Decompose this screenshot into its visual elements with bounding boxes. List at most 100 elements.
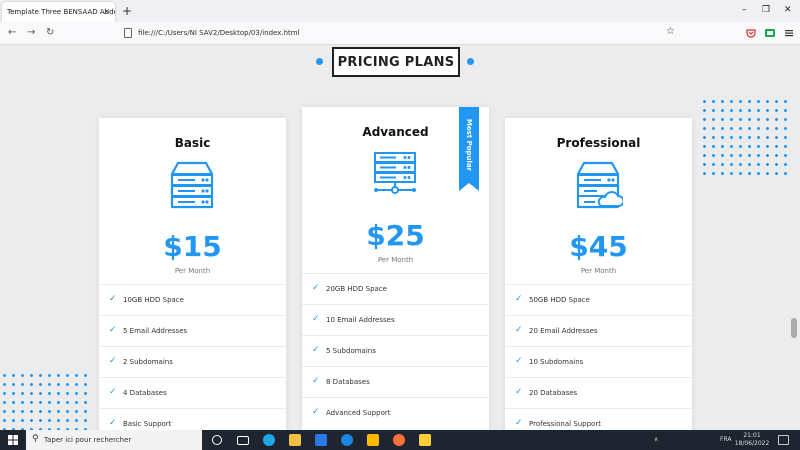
- check-icon: ✓: [515, 356, 523, 366]
- search-placeholder: Taper ici pour rechercher: [44, 436, 132, 444]
- url-text: file:///C:/Users/NI SAV2/Desktop/03/inde…: [138, 29, 300, 37]
- feature-item: ✓ 20 Databases: [505, 377, 692, 408]
- minimize-button[interactable]: –: [742, 5, 747, 15]
- feature-item: ✓ 4 Databases: [99, 377, 286, 408]
- clock-date[interactable]: 18/06/2022: [734, 440, 770, 447]
- decorative-dots-right: [700, 97, 790, 179]
- plan-card-professional: Professional $45 Per Month ✓ 50GB HDD Spa…: [505, 118, 692, 430]
- reload-button[interactable]: ↻: [46, 27, 54, 38]
- feature-item: ✓ 8 Databases: [302, 366, 489, 397]
- feature-label: Advanced Support: [326, 409, 391, 417]
- tab-close-icon[interactable]: ×: [103, 7, 110, 16]
- title-dot-right: [467, 58, 474, 65]
- bookmark-star-icon[interactable]: ☆: [666, 26, 675, 37]
- edge-icon[interactable]: [263, 434, 275, 446]
- feature-item: ✓ 50GB HDD Space: [505, 284, 692, 315]
- clock-time[interactable]: 21:01: [736, 432, 768, 439]
- check-icon: ✓: [109, 387, 117, 397]
- plan-name: Basic: [174, 136, 211, 150]
- feature-label: Professional Support: [529, 420, 601, 428]
- page-scrollbar[interactable]: [788, 45, 800, 430]
- feature-label: 20GB HDD Space: [326, 285, 387, 293]
- feature-label: 10 Subdomains: [529, 358, 584, 366]
- close-window-button[interactable]: ✕: [784, 5, 792, 15]
- most-popular-ribbon: Most Popular: [459, 107, 479, 191]
- check-icon: ✓: [515, 387, 523, 397]
- page-content: PRICING PLANS Basic $15 Per Month ✓ 10GB …: [0, 45, 800, 430]
- page-icon: [124, 28, 132, 38]
- check-icon: ✓: [515, 418, 523, 428]
- feature-label: 20 Email Addresses: [529, 327, 598, 335]
- taskbar: ⚲ Taper ici pour rechercher ∧ FRA 21:01 …: [0, 430, 800, 450]
- tray-chevron-icon[interactable]: ∧: [654, 436, 658, 443]
- plan-card-advanced: Most Popular Advanced $25 Per Month ✓ 20G…: [302, 107, 489, 430]
- plan-card-basic: Basic $15 Per Month ✓ 10GB HDD Space ✓ 5 E…: [99, 118, 286, 430]
- feature-label: 10GB HDD Space: [123, 296, 184, 304]
- plan-price: $15: [163, 230, 222, 263]
- plan-name: Professional: [556, 136, 641, 150]
- check-icon: ✓: [109, 356, 117, 366]
- feature-item: ✓ 5 Subdomains: [302, 335, 489, 366]
- windows-start-icon[interactable]: [8, 435, 18, 445]
- decorative-dots-left: [0, 371, 90, 430]
- extension-icon[interactable]: [765, 28, 775, 38]
- feature-item: ✓ 2 Subdomains: [99, 346, 286, 377]
- plan-price: $45: [569, 230, 628, 263]
- feature-label: 4 Databases: [123, 389, 167, 397]
- feature-item: ✓ Advanced Support: [302, 397, 489, 428]
- forward-button[interactable]: →: [27, 27, 35, 38]
- menu-icon[interactable]: [784, 28, 794, 38]
- title-dot-left: [316, 58, 323, 65]
- check-icon: ✓: [515, 294, 523, 304]
- folder-icon[interactable]: [367, 434, 379, 446]
- address-bar[interactable]: file:///C:/Users/NI SAV2/Desktop/03/inde…: [120, 25, 680, 42]
- browser-app-icon[interactable]: [341, 434, 353, 446]
- feature-label: 20 Databases: [529, 389, 578, 397]
- network-server-icon: [374, 152, 416, 194]
- check-icon: ✓: [312, 314, 320, 324]
- taskbar-search[interactable]: ⚲ Taper ici pour rechercher: [26, 430, 202, 450]
- maximize-button[interactable]: ❐: [762, 5, 770, 15]
- pocket-icon[interactable]: [746, 28, 756, 38]
- language-indicator[interactable]: FRA: [720, 436, 731, 443]
- search-icon: ⚲: [32, 434, 39, 444]
- feature-label: 8 Databases: [326, 378, 370, 386]
- plan-period: Per Month: [174, 267, 211, 275]
- feature-label: Basic Support: [123, 420, 172, 428]
- notification-icon[interactable]: [778, 435, 789, 445]
- feature-label: 2 Subdomains: [123, 358, 173, 366]
- mail-icon[interactable]: [315, 434, 327, 446]
- feature-list: ✓ 50GB HDD Space ✓ 20 Email Addresses ✓ 10 …: [505, 284, 692, 430]
- feature-item: ✓ 10 Subdomains: [505, 346, 692, 377]
- feature-item: ✓ Basic Support: [99, 408, 286, 430]
- plan-name: Advanced: [362, 125, 429, 139]
- scrollbar-thumb[interactable]: [791, 318, 797, 338]
- check-icon: ✓: [109, 418, 117, 428]
- feature-item: ✓ 20 Email Addresses: [505, 315, 692, 346]
- check-icon: ✓: [515, 325, 523, 335]
- browser-tab-bar: Template Three BENSAAD Abdelhak × + – ❐ …: [0, 0, 800, 22]
- firefox-icon[interactable]: [393, 434, 405, 446]
- check-icon: ✓: [312, 407, 320, 417]
- browser-tab[interactable]: Template Three BENSAAD Abdelhak ×: [2, 2, 115, 22]
- server-icon: [170, 161, 214, 209]
- tab-title: Template Three BENSAAD Abdelhak: [7, 8, 115, 16]
- check-icon: ✓: [109, 294, 117, 304]
- feature-label: 50GB HDD Space: [529, 296, 590, 304]
- sticky-notes-icon[interactable]: [419, 434, 431, 446]
- feature-item: ✓ 20GB HDD Space: [302, 273, 489, 304]
- feature-label: 5 Subdomains: [326, 347, 376, 355]
- back-button[interactable]: ←: [8, 27, 16, 38]
- feature-item: ✓ 10GB HDD Space: [99, 284, 286, 315]
- new-tab-button[interactable]: +: [122, 4, 132, 18]
- plan-period: Per Month: [580, 267, 617, 275]
- feature-label: 5 Email Addresses: [123, 327, 188, 335]
- task-view-icon[interactable]: [237, 436, 249, 445]
- feature-item: ✓ 5 Email Addresses: [99, 315, 286, 346]
- plan-price: $25: [366, 219, 425, 252]
- check-icon: ✓: [312, 345, 320, 355]
- feature-list: ✓ 10GB HDD Space ✓ 5 Email Addresses ✓ 2 Su…: [99, 284, 286, 430]
- feature-label: 10 Email Addresses: [326, 316, 395, 324]
- file-explorer-icon[interactable]: [289, 434, 301, 446]
- cortana-icon[interactable]: [212, 435, 222, 445]
